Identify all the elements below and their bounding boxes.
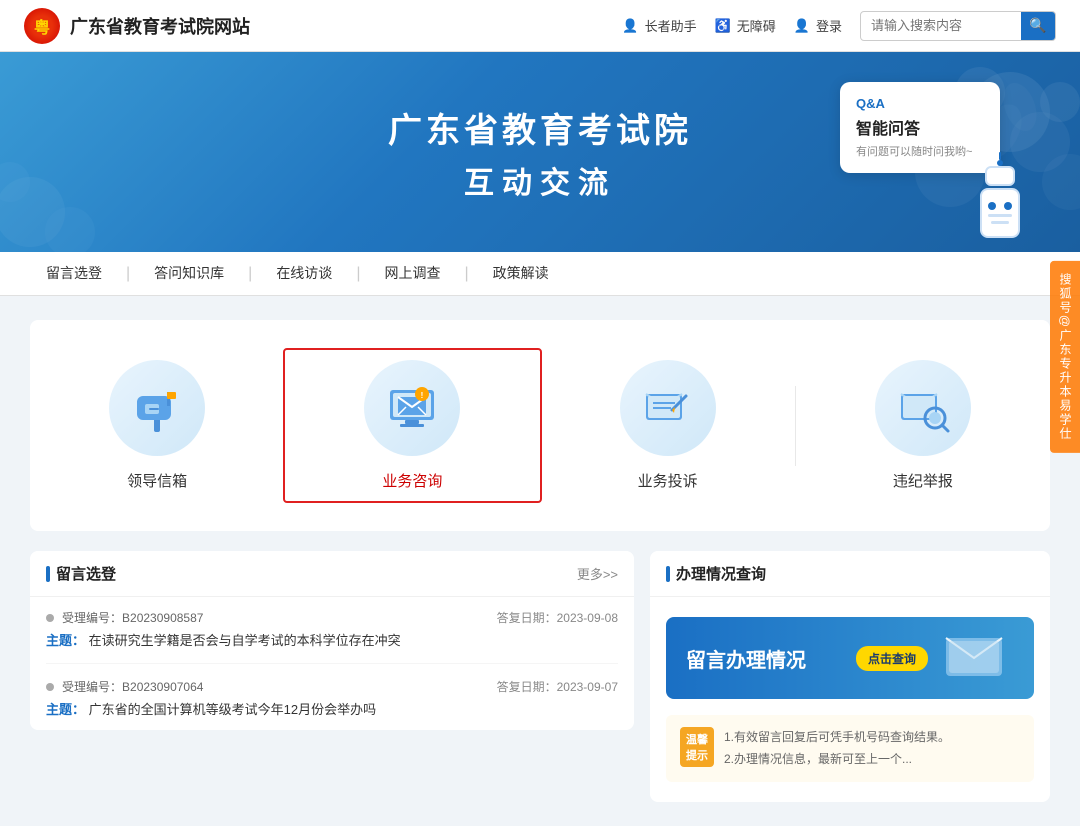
- tips-content: 1.有效留言回复后可凭手机号码查询结果。 2.办理情况信息，最新可至上一个...: [724, 727, 950, 770]
- qa-title: 智能问答: [856, 115, 984, 139]
- liuyan-card-title: 留言选登: [46, 563, 116, 584]
- banli-text-block: 留言办理情况: [686, 644, 840, 673]
- nav-right: 👤 长者助手 ♿ 无障碍 👤 登录 🔍: [622, 11, 1056, 41]
- qa-label: Q&A: [856, 96, 984, 111]
- liuyan-dot-1: [46, 614, 54, 622]
- business-consult-label: 业务咨询: [382, 470, 442, 491]
- business-consult-icon-circle: !: [364, 360, 460, 456]
- banli-body: 留言办理情况 点击查询 温馨 提示 1.有效留言回复后可凭手: [650, 597, 1050, 802]
- qa-desc: 有问题可以随时问我哟~: [856, 143, 984, 159]
- person-icon: 👤: [622, 18, 638, 34]
- leader-mailbox-label: 领导信箱: [127, 470, 187, 491]
- banli-query-btn[interactable]: 点击查询: [856, 646, 928, 671]
- violation-report-icon: [893, 378, 953, 438]
- user-icon: 👤: [794, 18, 810, 34]
- search-box: 🔍: [860, 11, 1056, 41]
- banli-header-title: 办理情况查询: [666, 563, 766, 584]
- two-column-section: 留言选登 更多>> 受理编号：B20230908587 答复日期：2023-09…: [30, 551, 1050, 802]
- leader-mailbox-icon: [127, 378, 187, 438]
- liuyan-section: 留言选登 更多>> 受理编号：B20230908587 答复日期：2023-09…: [30, 551, 634, 802]
- liuyan-meta-1: 受理编号：B20230908587 答复日期：2023-09-08: [46, 609, 618, 626]
- sub-nav-dawen[interactable]: 答问知识库: [138, 252, 240, 296]
- liuyan-more-btn[interactable]: 更多>>: [577, 564, 618, 583]
- main-content: 领导信箱: [0, 296, 1080, 826]
- violation-report-icon-circle: [875, 360, 971, 456]
- site-logo: 粤: [24, 8, 60, 44]
- banli-highlight-box[interactable]: 留言办理情况 点击查询: [666, 617, 1034, 699]
- divider-3: |: [356, 265, 360, 283]
- banli-card: 办理情况查询 留言办理情况 点击查询: [650, 551, 1050, 802]
- sub-nav-fangtan[interactable]: 在线访谈: [260, 252, 348, 296]
- search-button[interactable]: 🔍: [1021, 11, 1055, 41]
- svg-text:!: !: [421, 391, 424, 400]
- divider-4: |: [464, 265, 468, 283]
- robot-icon: [970, 152, 1030, 232]
- hero-subtitle: 互动交流: [388, 158, 692, 202]
- divider-1: |: [126, 265, 130, 283]
- liuyan-item-2: 受理编号：B20230907064 答复日期：2023-09-07 主题： 广东…: [46, 678, 618, 718]
- liuyan-card: 留言选登 更多>> 受理编号：B20230908587 答复日期：2023-09…: [30, 551, 634, 730]
- banli-envelope-icon: [944, 633, 1014, 683]
- banli-header: 办理情况查询: [650, 551, 1050, 597]
- liuyan-card-body: 受理编号：B20230908587 答复日期：2023-09-08 主题： 在读…: [30, 597, 634, 730]
- sub-nav-zhengce[interactable]: 政策解读: [477, 252, 565, 296]
- liuyan-item-1: 受理编号：B20230908587 答复日期：2023-09-08 主题： 在读…: [46, 609, 618, 664]
- watermark: 搜狐号@广东专升本易学仕: [1050, 261, 1080, 453]
- accessibility-icon: ♿: [715, 18, 731, 34]
- top-nav: 粤 广东省教育考试院网站 👤 长者助手 ♿ 无障碍 👤 登录 🔍: [0, 0, 1080, 52]
- business-complaint-label: 业务投诉: [638, 470, 698, 491]
- divider-2: |: [248, 265, 252, 283]
- icon-grid: 领导信箱: [30, 320, 1050, 531]
- search-input[interactable]: [861, 18, 1021, 33]
- site-title: 广东省教育考试院网站: [70, 13, 250, 39]
- liuyan-card-header: 留言选登 更多>>: [30, 551, 634, 597]
- elder-helper[interactable]: 👤 长者助手: [622, 16, 696, 35]
- tips-box: 温馨 提示 1.有效留言回复后可凭手机号码查询结果。 2.办理情况信息，最新可至…: [666, 715, 1034, 782]
- hero-title: 广东省教育考试院: [388, 103, 692, 152]
- sub-nav-liuyan[interactable]: 留言选登: [30, 252, 118, 296]
- nav-left: 粤 广东省教育考试院网站: [24, 8, 250, 44]
- liuyan-topic-1[interactable]: 主题： 在读研究生学籍是否会与自学考试的本科学位存在冲突: [46, 630, 618, 649]
- liuyan-dot-2: [46, 683, 54, 691]
- sub-nav-diaocha[interactable]: 网上调查: [368, 252, 456, 296]
- liuyan-id-1: 受理编号：B20230908587: [62, 609, 203, 626]
- tips-icon: 温馨 提示: [680, 727, 714, 767]
- leader-mailbox-card[interactable]: 领导信箱: [30, 350, 284, 501]
- banli-section: 办理情况查询 留言办理情况 点击查询: [650, 551, 1050, 802]
- liuyan-date-1: 答复日期：2023-09-08: [497, 609, 618, 626]
- business-complaint-card[interactable]: 业务投诉: [541, 350, 795, 501]
- business-consult-card[interactable]: ! 业务咨询: [283, 348, 541, 503]
- liuyan-id-2: 受理编号：B20230907064: [62, 678, 203, 695]
- violation-report-label: 违纪举报: [893, 470, 953, 491]
- accessibility[interactable]: ♿ 无障碍: [715, 16, 776, 35]
- business-consult-icon: !: [382, 378, 442, 438]
- hero-text: 广东省教育考试院 互动交流: [388, 103, 692, 202]
- leader-mailbox-icon-circle: [109, 360, 205, 456]
- hero-banner: 广东省教育考试院 互动交流 Q&A 智能问答 有问题可以随时问我哟~: [0, 52, 1080, 252]
- login-btn[interactable]: 👤 登录: [794, 16, 842, 35]
- hero-flowers-left: [0, 112, 160, 252]
- liuyan-topic-2[interactable]: 主题： 广东省的全国计算机等级考试今年12月份会举办吗: [46, 699, 618, 718]
- sub-nav: 留言选登 | 答问知识库 | 在线访谈 | 网上调查 | 政策解读: [0, 252, 1080, 296]
- business-complaint-icon: [638, 378, 698, 438]
- business-complaint-icon-circle: [620, 360, 716, 456]
- banli-main-text: 留言办理情况: [686, 644, 840, 673]
- liuyan-date-2: 答复日期：2023-09-07: [497, 678, 618, 695]
- violation-report-card[interactable]: 违纪举报: [796, 350, 1050, 501]
- liuyan-meta-2: 受理编号：B20230907064 答复日期：2023-09-07: [46, 678, 618, 695]
